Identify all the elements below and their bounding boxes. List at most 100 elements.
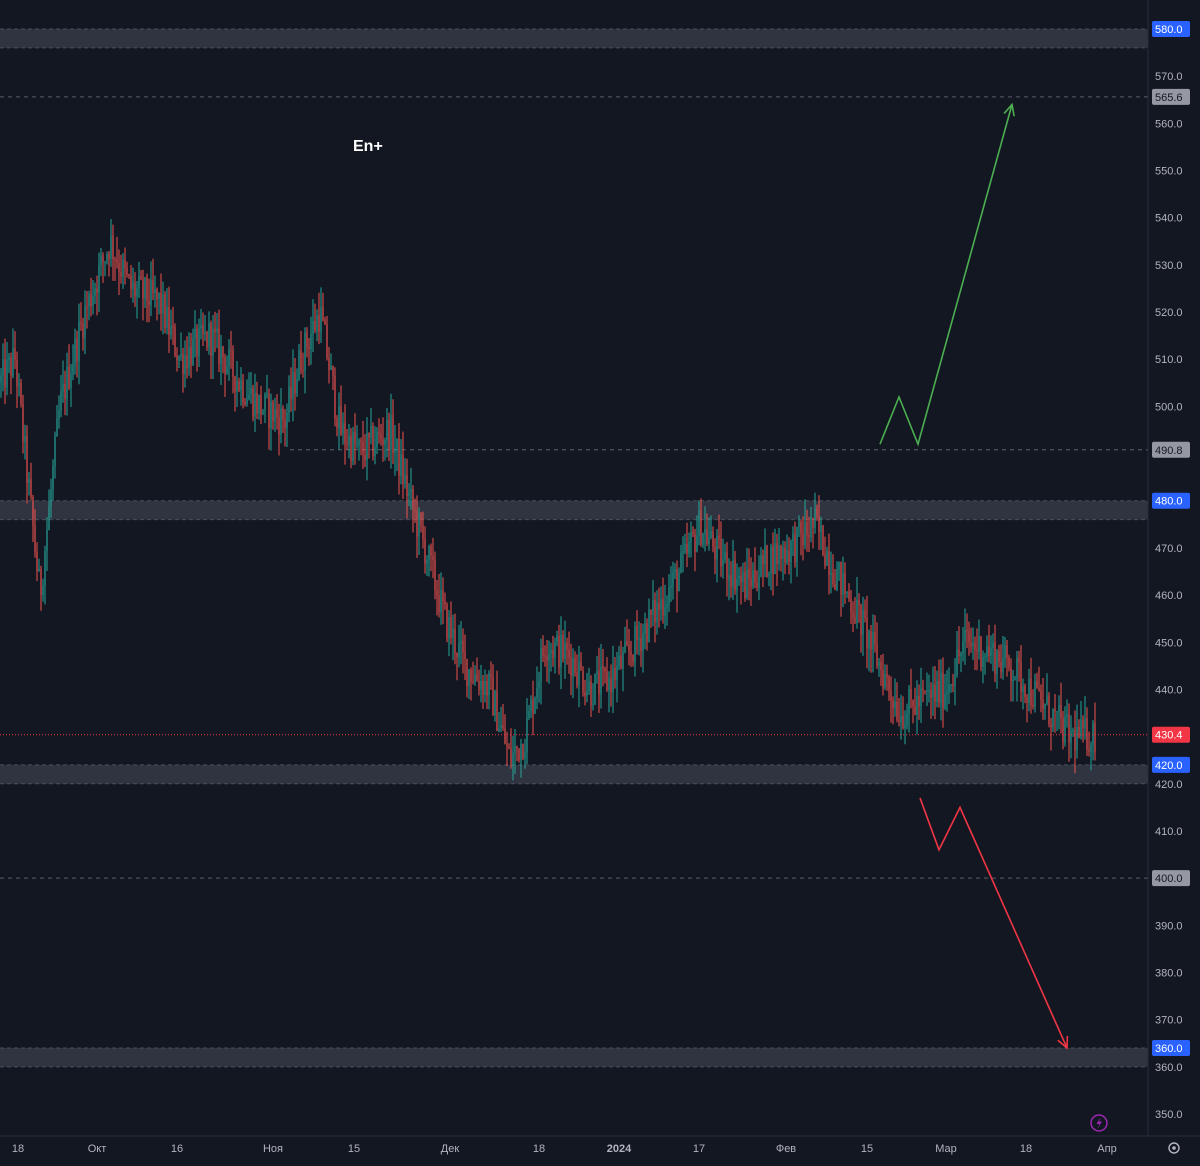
candle-body [726,552,728,580]
candle-body [1090,745,1092,752]
candle-body [488,674,490,696]
candle-body [530,699,532,711]
zone-band-0[interactable] [0,29,1148,48]
candle-body [178,356,180,361]
candle-body [68,366,70,389]
zone-band-1[interactable] [0,500,1148,520]
candle-body [202,324,204,335]
candle-body [380,433,382,440]
candle-body [262,410,264,415]
candle-body [522,743,524,759]
candle-body [440,589,442,612]
zone-band-3[interactable] [0,1047,1148,1067]
candle-body [458,643,460,658]
candle-body [544,655,546,657]
candle-body [98,264,100,293]
candle-body [772,546,774,575]
candle-body [88,293,90,307]
candle-body [196,328,198,356]
candle-body [892,699,894,709]
candle-body [1014,678,1016,681]
candle-body [388,419,390,450]
candle-body [474,674,476,682]
candle-body [538,681,540,688]
candle-body [352,432,354,461]
candle-body [988,646,990,657]
candle-body [310,334,312,350]
candle-body [724,552,726,560]
candle-body [680,552,682,573]
candle-body [104,261,106,263]
candle-body [120,271,122,277]
candle-body [82,323,84,339]
candle-body [304,332,306,371]
candle-body [540,648,542,682]
candle-body [774,543,776,575]
time-label: 15 [861,1143,873,1155]
candle-body [22,403,24,442]
price-tick-label: 390.0 [1155,920,1183,932]
candle-body [42,585,44,596]
price-tick-label: 570.0 [1155,71,1183,83]
candle-body [776,543,778,564]
candle-body [976,649,978,652]
candle-body [970,642,972,647]
candle-body [686,544,688,554]
candle-body [812,518,814,528]
candle-body [142,279,144,299]
candle-body [1058,705,1060,712]
candle-body [0,375,2,383]
candle-body [272,401,274,422]
time-label: 18 [12,1143,24,1155]
candle-body [1024,686,1026,698]
candle-body [638,638,640,640]
candle-body [1016,658,1018,679]
candle-body [628,644,630,652]
candle-body [506,743,508,747]
candle-body [34,525,36,552]
candle-body [54,436,56,467]
candle-body [236,381,238,392]
candle-body [862,609,864,635]
candle-body [662,599,664,616]
candle-body [102,255,104,262]
candle-body [338,406,340,429]
candle-body [916,695,918,715]
candle-body [410,489,412,493]
candle-body [354,432,356,446]
candle-body [266,393,268,395]
time-label: Дек [441,1143,460,1155]
candle-body [1064,716,1066,743]
candle-body [276,409,278,418]
time-label: 2024 [607,1143,632,1155]
candle-body [106,253,108,262]
candle-body [230,349,232,351]
candle-body [508,746,510,749]
candle-body [94,288,96,297]
candle-body [924,690,926,692]
candle-body [356,445,358,447]
candle-body [10,357,12,376]
candle-body [38,568,40,572]
current-price-badge: 430.4 [1155,730,1183,742]
level-price-badge-1: 490.8 [1155,445,1183,457]
candle-body [136,288,138,297]
candle-body [426,560,428,564]
candle-body [36,551,38,572]
candle-body [744,572,746,598]
level-price-badge-0: 565.6 [1155,92,1183,104]
candle-body [1030,678,1032,705]
candle-body [546,655,548,661]
candle-body [896,701,898,721]
price-chart[interactable]: En+ 350.0 360.0 370.0 380.0 390.0 410.0 420.0 4… [0,0,1200,1166]
candle-body [942,672,944,709]
candle-body [224,357,226,374]
candle-body [4,359,6,388]
candle-body [838,562,840,570]
candle-body [486,681,488,696]
zone-price-badge-2: 420.0 [1155,760,1183,772]
candle-body [762,555,764,565]
candle-body [804,521,806,545]
zone-band-2[interactable] [0,764,1148,784]
candle-body [770,546,772,575]
